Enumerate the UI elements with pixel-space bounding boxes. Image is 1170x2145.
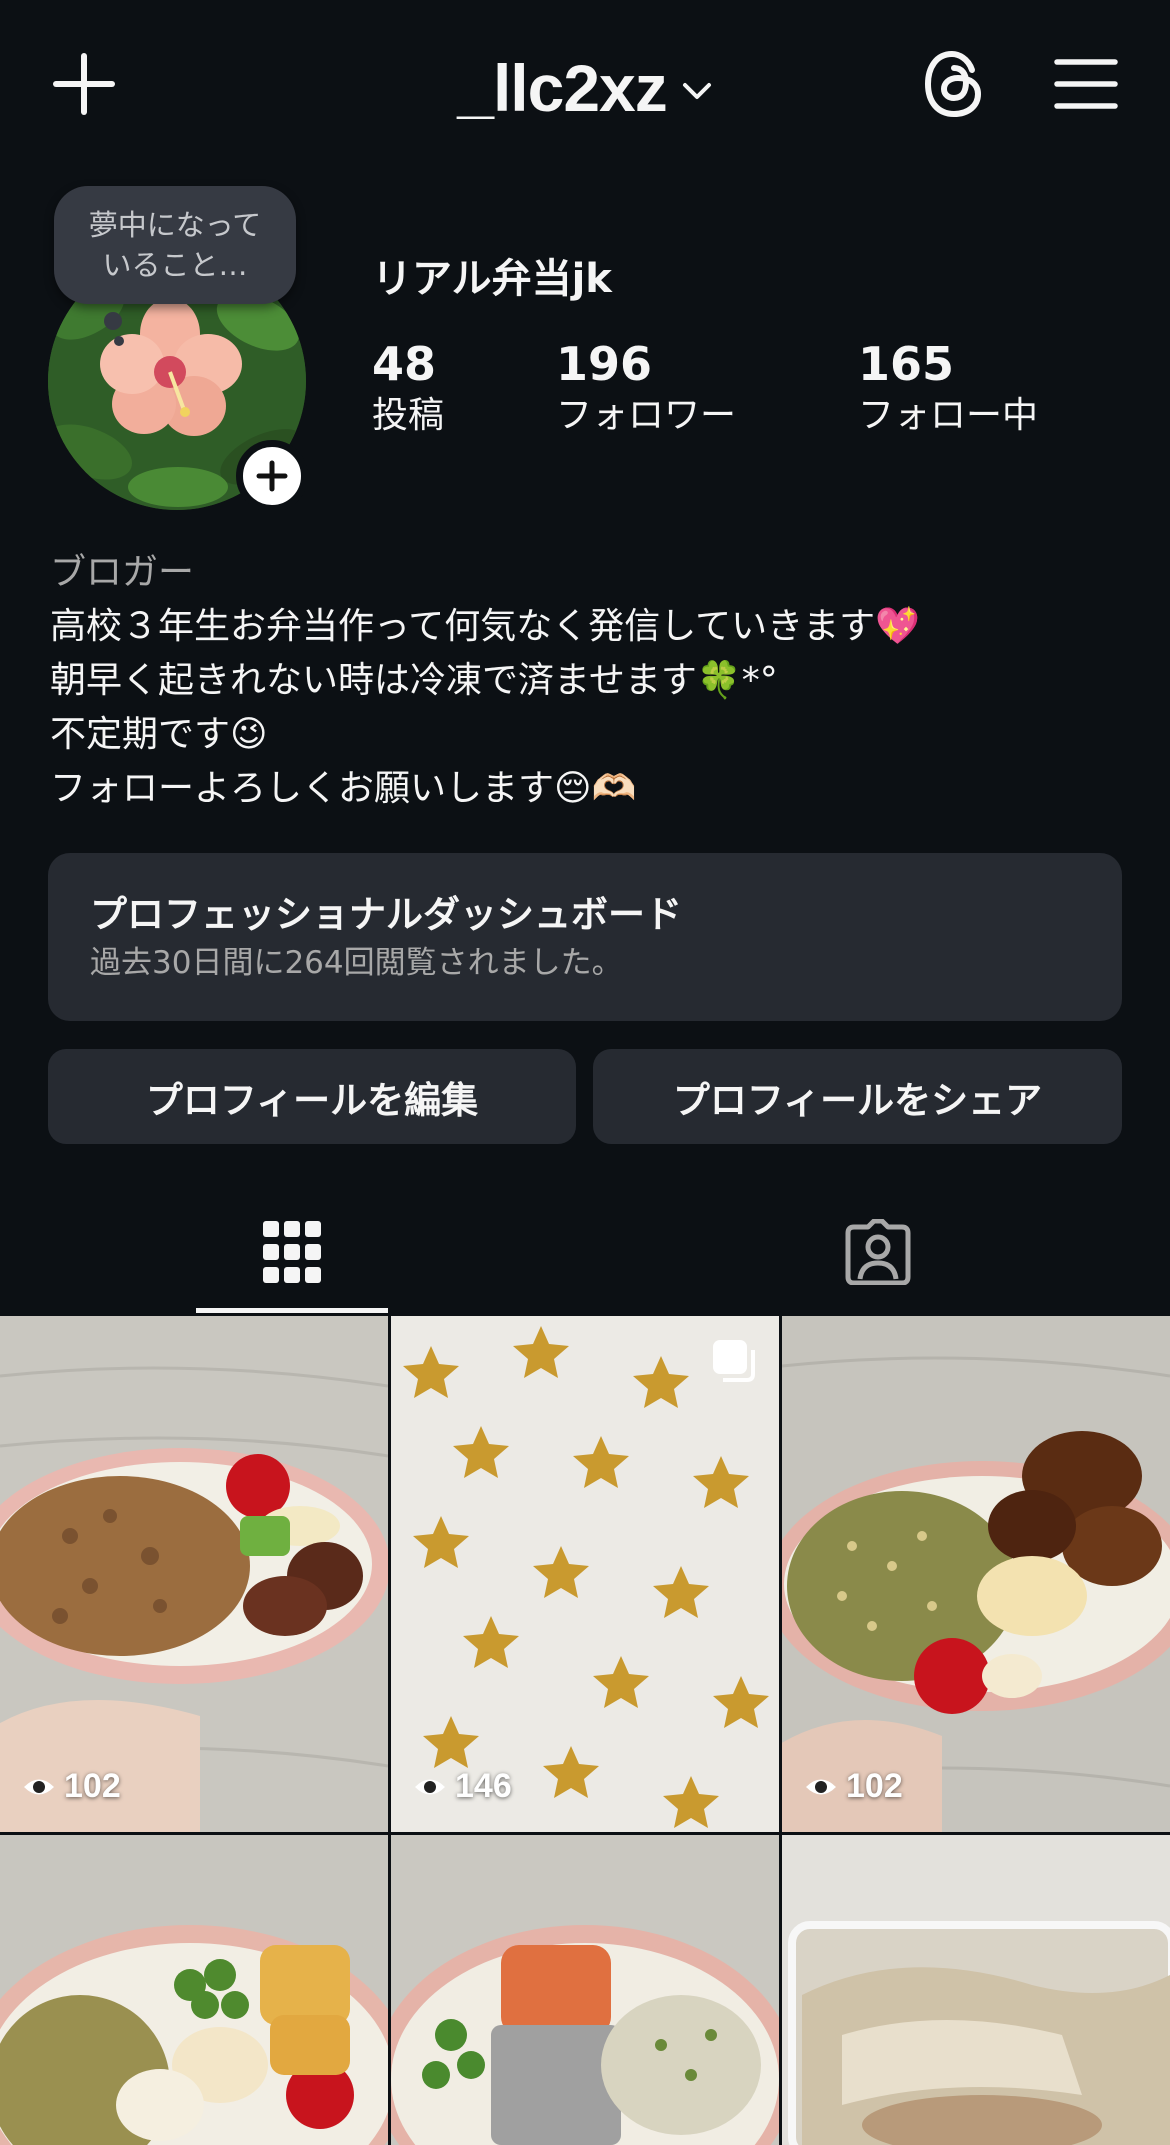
threads-icon: [924, 50, 982, 118]
bento-photo: [782, 1316, 1170, 1832]
threads-button[interactable]: [918, 48, 990, 120]
stat-following-label: フォロー中: [858, 395, 1039, 436]
active-tab-indicator: [196, 1308, 388, 1313]
view-count: 146: [413, 1767, 512, 1806]
display-name: リアル弁当jk: [372, 256, 612, 302]
bio-category: ブロガー: [50, 552, 195, 593]
professional-dashboard-card[interactable]: プロフェッショナルダッシュボード 過去30日間に264回閲覧されました。: [48, 853, 1122, 1021]
hamburger-menu-icon: [1054, 59, 1118, 109]
edit-profile-button[interactable]: プロフィールを編集: [48, 1049, 576, 1144]
eye-icon: [415, 1779, 445, 1794]
tab-tagged[interactable]: [782, 1190, 974, 1314]
eye-icon: [806, 1779, 836, 1794]
post-thumbnail[interactable]: 102: [782, 1316, 1170, 1832]
profile-note-bubble[interactable]: 夢中になって いること…: [54, 186, 296, 304]
dashboard-title: プロフェッショナルダッシュボード: [90, 893, 682, 936]
star-sweets-photo: [391, 1316, 779, 1832]
bio: ブロガー 高校３年生お弁当作って何気なく発信していきます💖 朝早く起きれない時は…: [50, 546, 1130, 816]
eye-icon: [24, 1779, 54, 1794]
post-thumbnail[interactable]: [391, 1835, 779, 2145]
stat-posts-count: 48: [372, 337, 437, 391]
view-count-number: 102: [64, 1767, 121, 1805]
view-count: 102: [22, 1767, 121, 1806]
share-profile-button[interactable]: プロフィールをシェア: [593, 1049, 1122, 1144]
posts-grid: 102 146 102: [0, 1316, 1170, 2145]
post-thumbnail[interactable]: 102: [0, 1316, 388, 1832]
stat-following[interactable]: 165 フォロー中: [858, 336, 1038, 440]
add-story-button[interactable]: [236, 440, 308, 512]
stat-followers-count: 196: [556, 337, 653, 391]
bento-photo: [0, 1316, 388, 1832]
bio-line: フォローよろしくお願いします😔🫶🏻: [50, 768, 637, 809]
view-count: 102: [804, 1767, 903, 1806]
note-bubble-tail: [104, 312, 122, 330]
note-text: 夢中になって いること…: [88, 208, 262, 282]
view-count-number: 146: [455, 1767, 512, 1805]
stat-followers-label: フォロワー: [556, 395, 737, 436]
bio-line: 朝早く起きれない時は冷凍で済ませます🍀*°: [50, 660, 778, 701]
stat-followers[interactable]: 196 フォロワー: [556, 336, 736, 440]
bento-photo: [391, 1835, 779, 2145]
stat-posts-label: 投稿: [372, 395, 445, 436]
post-thumbnail[interactable]: [782, 1835, 1170, 2145]
note-bubble-tail-small: [114, 336, 124, 346]
account-switcher[interactable]: _llc2xz: [0, 48, 1170, 128]
multi-image-icon: [713, 1340, 755, 1382]
top-bar: _llc2xz: [0, 0, 1170, 170]
post-thumbnail[interactable]: 146: [391, 1316, 779, 1832]
bio-line: 不定期です😉: [50, 714, 268, 755]
bento-photo: [0, 1835, 388, 2145]
grid-icon: [263, 1221, 321, 1283]
stat-posts[interactable]: 48 投稿: [372, 336, 444, 440]
view-count-number: 102: [846, 1767, 903, 1805]
profile-tabs: [0, 1190, 1170, 1314]
chevron-down-icon: [682, 83, 711, 99]
post-thumbnail[interactable]: [0, 1835, 388, 2145]
tagged-person-icon: [845, 1219, 911, 1285]
menu-button[interactable]: [1052, 48, 1120, 120]
plus-icon: [256, 460, 288, 492]
stat-following-count: 165: [858, 337, 955, 391]
wrapped-food-photo: [782, 1835, 1170, 2145]
bio-line: 高校３年生お弁当作って何気なく発信していきます💖: [50, 606, 920, 647]
tab-posts-grid[interactable]: [196, 1190, 388, 1314]
dashboard-subtitle: 過去30日間に264回閲覧されました。: [90, 945, 623, 981]
username: _llc2xz: [457, 51, 667, 125]
